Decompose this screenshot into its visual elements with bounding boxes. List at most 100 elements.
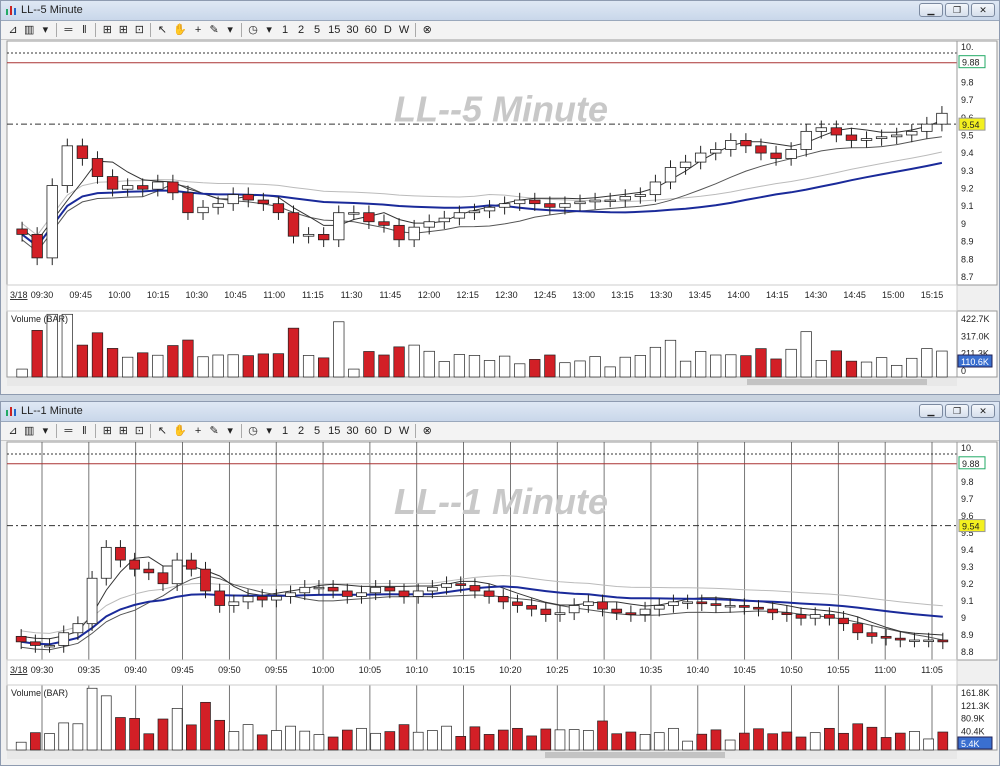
crosshair-icon[interactable]: +: [190, 22, 206, 38]
interval-15[interactable]: 15: [325, 423, 343, 439]
volume-bar: [370, 732, 381, 751]
hand-icon[interactable]: ✋: [170, 22, 190, 38]
interval-1[interactable]: 1: [277, 423, 293, 439]
pencil-icon[interactable]: ✎: [206, 423, 222, 439]
zoom-fit-icon[interactable]: ⊞: [99, 22, 115, 38]
crosshair-box-icon[interactable]: ⊡: [131, 22, 147, 38]
interval-week[interactable]: W: [396, 423, 412, 439]
interval-week[interactable]: W: [396, 22, 412, 38]
lines-icon[interactable]: ═: [60, 22, 76, 38]
volume-pane: [6, 310, 958, 378]
dropdown-icon[interactable]: ▾: [261, 423, 277, 439]
candle: [526, 605, 537, 610]
price-tick-label: 8.8: [961, 647, 974, 657]
crosshair-icon[interactable]: +: [190, 423, 206, 439]
volume-bar: [483, 360, 496, 378]
candle: [540, 608, 552, 615]
time-axis: [6, 659, 958, 686]
chart-toolbar: ⊿ ▥ ▾ ═ ‖ ⊞ ⊞ ⊡ ↖ ✋ + ✎ ▾ ◷ ▾ 1 2 5 15 3…: [1, 422, 999, 441]
price-tick-label: 9.3: [961, 562, 974, 572]
volume-bar: [271, 730, 282, 751]
pause-icon[interactable]: ‖: [76, 22, 92, 38]
clock-icon[interactable]: ◷: [245, 22, 261, 38]
candle: [227, 194, 239, 205]
chart-app-icon: [6, 6, 16, 15]
candle: [468, 210, 481, 214]
bar-style-icon[interactable]: ▥: [21, 22, 37, 38]
chart-area-5min[interactable]: LL--5 Minute10.9.99.89.79.69.59.49.39.29…: [1, 39, 999, 394]
volume-bar: [423, 350, 435, 378]
crosshair-box-icon[interactable]: ⊡: [131, 423, 147, 439]
interval-30[interactable]: 30: [343, 423, 361, 439]
interval-2[interactable]: 2: [293, 423, 309, 439]
clock-icon[interactable]: ◷: [245, 423, 261, 439]
lines-icon[interactable]: ═: [60, 423, 76, 439]
volume-tick-label: 121.3K: [961, 701, 990, 711]
time-tick-label: 11:15: [302, 290, 324, 300]
candle: [838, 617, 849, 625]
candle: [936, 112, 948, 125]
volume-bar: [91, 332, 104, 378]
interval-5[interactable]: 5: [309, 423, 325, 439]
time-tick-label: 11:30: [341, 290, 363, 300]
candle: [909, 639, 920, 642]
chart-area-1min[interactable]: LL--1 Minute10.9.99.89.79.69.59.49.39.29…: [1, 440, 999, 765]
close-button[interactable]: ✕: [971, 404, 995, 418]
volume-bar: [412, 731, 424, 751]
candle: [568, 605, 580, 614]
interval-30[interactable]: 30: [343, 22, 361, 38]
cursor-icon[interactable]: ↖: [154, 22, 170, 38]
volume-bar: [106, 348, 119, 378]
close-button[interactable]: ✕: [971, 3, 995, 17]
restore-button[interactable]: ❐: [945, 3, 969, 17]
dropdown-icon[interactable]: ▾: [37, 22, 53, 38]
interval-1[interactable]: 1: [277, 22, 293, 38]
pause-icon[interactable]: ‖: [76, 423, 92, 439]
candle: [412, 590, 424, 597]
volume-bar: [937, 731, 949, 751]
volume-bar: [76, 344, 89, 378]
chart-type-icon[interactable]: ⊿: [5, 423, 21, 439]
dropdown-icon[interactable]: ▾: [261, 22, 277, 38]
cancel-circle-icon[interactable]: ⊗: [419, 423, 435, 439]
candle: [781, 612, 793, 615]
interval-day[interactable]: D: [380, 22, 396, 38]
bar-style-icon[interactable]: ▥: [21, 423, 37, 439]
price-pane: [6, 40, 958, 286]
candle: [257, 199, 270, 205]
dropdown-icon[interactable]: ▾: [37, 423, 53, 439]
candle: [423, 221, 435, 228]
interval-5[interactable]: 5: [309, 22, 325, 38]
pencil-icon[interactable]: ✎: [206, 22, 222, 38]
price-tick-label: 9.7: [961, 494, 974, 504]
zoom-in-icon[interactable]: ⊞: [115, 22, 131, 38]
hand-icon[interactable]: ✋: [170, 423, 190, 439]
cursor-icon[interactable]: ↖: [154, 423, 170, 439]
minimize-button[interactable]: ▁: [919, 3, 943, 17]
chart-type-icon[interactable]: ⊿: [5, 22, 21, 38]
interval-60[interactable]: 60: [362, 22, 380, 38]
dropdown-icon[interactable]: ▾: [222, 423, 238, 439]
volume-bar: [408, 344, 420, 378]
cancel-circle-icon[interactable]: ⊗: [419, 22, 435, 38]
volume-tick-label: 317.0K: [961, 331, 990, 341]
volume-bar: [695, 351, 707, 378]
window-titlebar[interactable]: LL--1 Minute ▁ ❐ ✕: [1, 402, 999, 422]
zoom-in-icon[interactable]: ⊞: [115, 423, 131, 439]
volume-bar: [272, 353, 285, 378]
candle: [512, 601, 523, 606]
volume-bar: [129, 718, 140, 751]
volume-bar: [197, 356, 209, 378]
candle: [830, 127, 843, 136]
interval-15[interactable]: 15: [325, 22, 343, 38]
interval-day[interactable]: D: [380, 423, 396, 439]
dropdown-icon[interactable]: ▾: [222, 22, 238, 38]
volume-bar: [891, 364, 903, 378]
interval-2[interactable]: 2: [293, 22, 309, 38]
zoom-fit-icon[interactable]: ⊞: [99, 423, 115, 439]
restore-button[interactable]: ❐: [945, 404, 969, 418]
minimize-button[interactable]: ▁: [919, 404, 943, 418]
interval-60[interactable]: 60: [362, 423, 380, 439]
window-titlebar[interactable]: LL--5 Minute ▁ ❐ ✕: [1, 1, 999, 21]
volume-bar: [682, 740, 693, 751]
